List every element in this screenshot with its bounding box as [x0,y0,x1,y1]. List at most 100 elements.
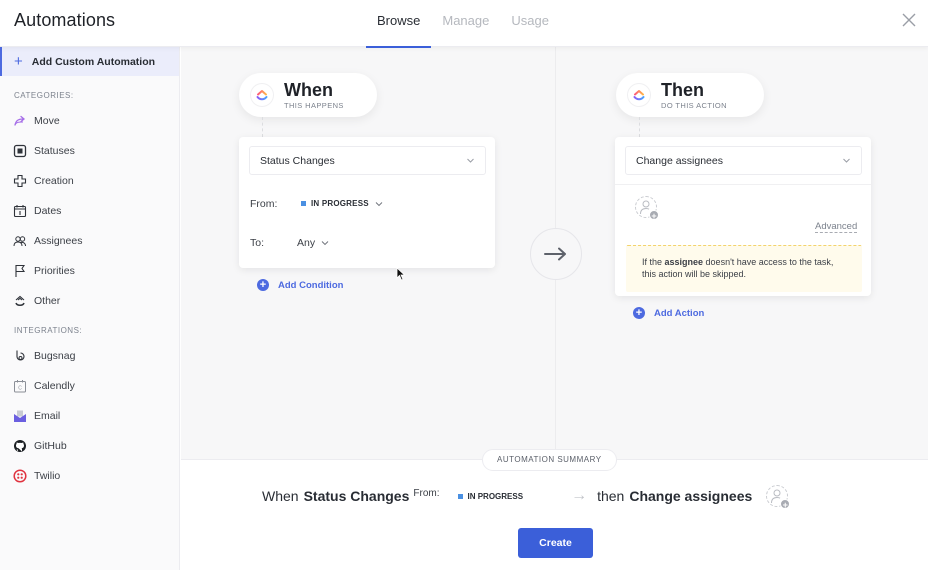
sidebar-item-email[interactable]: Email [0,401,179,431]
github-icon [13,439,27,453]
summary-action: Change assignees [629,488,753,504]
to-status-value: Any [297,237,316,249]
trigger-select[interactable]: Status Changes [249,146,486,175]
when-header: When THIS HAPPENS [239,73,377,117]
then-title: Then [661,79,704,100]
automation-summary-badge: AUTOMATION SUMMARY [482,449,617,471]
add-custom-automation-label: Add Custom Automation [31,55,156,68]
sidebar-item-move[interactable]: Move [0,106,179,136]
assignee-warning: If the assignee doesn't have access to t… [626,245,862,292]
from-status-value: IN PROGRESS [311,199,369,208]
summary-add-assignee[interactable]: + [766,485,791,510]
summary-then: then [597,488,625,504]
sidebar-item-statuses[interactable]: Statuses [0,136,179,166]
sidebar-item-other[interactable]: Other [0,286,179,316]
sidebar: + Add Custom Automation CATEGORIES: Move… [0,47,180,570]
other-icon [13,294,27,308]
sidebar-item-label: Assignees [34,235,83,247]
sidebar-item-label: Email [34,410,61,422]
email-icon [13,409,27,423]
sidebar-item-creation[interactable]: Creation [0,166,179,196]
tab-usage[interactable]: Usage [500,0,560,47]
automation-builder-canvas: When THIS HAPPENS Status Changes From: I… [181,47,928,459]
categories-heading: CATEGORIES: [14,91,74,100]
plus-circle-icon: + [633,307,645,319]
automation-summary: AUTOMATION SUMMARY When Status Changes F… [181,449,928,570]
sidebar-item-label: Dates [34,205,62,217]
sidebar-item-priorities[interactable]: Priorities [0,256,179,286]
svg-text:C: C [18,386,22,392]
close-button[interactable] [900,11,918,29]
warning-bold-term: assignee [664,257,704,267]
sidebar-item-label: GitHub [34,440,67,452]
summary-arrow-icon: → [571,487,588,504]
summary-from-label: From: [413,487,440,499]
action-select-value: Change assignees [636,154,723,167]
sidebar-item-twilio[interactable]: Twilio [0,461,179,491]
chevron-down-icon [321,241,329,246]
automations-modal: Automations Browse Manage Usage + Add Cu… [0,0,928,570]
sidebar-item-label: Twilio [34,470,61,482]
add-action-label: Add Action [654,307,705,319]
status-color-swatch [301,201,306,206]
summary-sentence: When Status Changes From: IN PROGRESS → … [262,485,791,510]
clickup-logo-icon [251,84,273,106]
sidebar-item-github[interactable]: GitHub [0,431,179,461]
plus-badge-icon: + [649,210,659,221]
sidebar-item-dates[interactable]: Dates [0,196,179,226]
chevron-down-icon [467,158,474,163]
add-custom-automation-button[interactable]: + Add Custom Automation [0,47,179,76]
sidebar-item-label: Bugsnag [34,350,76,362]
then-subtitle: DO THIS ACTION [661,100,727,110]
assignees-icon [13,234,27,248]
twilio-icon [13,469,27,483]
sidebar-item-bugsnag[interactable]: Bugsnag [0,341,179,371]
arrow-right-icon [544,247,566,261]
create-button[interactable]: Create [518,528,593,558]
tab-manage[interactable]: Manage [431,0,500,47]
when-title: When [284,79,333,100]
sidebar-item-assignees[interactable]: Assignees [0,226,179,256]
status-square-icon [13,144,27,158]
integrations-heading: INTEGRATIONS: [14,326,83,335]
card-divider [615,184,871,185]
then-header: Then DO THIS ACTION [616,73,764,117]
add-condition-button[interactable]: + Add Condition [257,279,343,291]
from-status-dropdown[interactable]: IN PROGRESS [301,199,383,208]
clickup-logo-icon [628,84,650,106]
action-card: Change assignees + Advanced If the assig… [615,137,871,296]
advanced-link[interactable]: Advanced [815,221,858,233]
summary-from-status: IN PROGRESS [457,492,523,501]
sidebar-item-label: Move [34,115,60,127]
flag-icon [13,264,27,278]
bugsnag-icon [13,349,27,363]
mouse-cursor-icon [396,267,406,281]
sidebar-item-label: Other [34,295,61,307]
trigger-card: Status Changes From: IN PROGRESS To: Any [239,137,495,268]
to-label: To: [250,237,265,249]
creation-plus-icon [13,174,27,188]
modal-title: Automations [14,10,116,30]
when-connector [262,117,263,137]
then-connector [639,117,640,137]
status-color-swatch [457,493,463,499]
chevron-down-icon [375,201,383,206]
trigger-select-value: Status Changes [260,154,335,167]
when-subtitle: THIS HAPPENS [284,100,344,110]
modal-header: Automations Browse Manage Usage [0,0,928,48]
action-select[interactable]: Change assignees [625,146,862,175]
sidebar-item-calendly[interactable]: C Calendly [0,371,179,401]
sidebar-item-label: Priorities [34,265,75,277]
add-assignee-button[interactable]: + [635,196,659,221]
tab-browse[interactable]: Browse [366,0,432,48]
close-icon [902,13,916,27]
to-status-dropdown[interactable]: Any [297,237,329,249]
plus-circle-icon: + [257,279,269,291]
add-action-button[interactable]: + Add Action [633,307,704,319]
plus-icon: + [14,53,23,70]
summary-when: When [262,488,299,504]
add-condition-label: Add Condition [278,279,344,291]
chevron-down-icon [842,156,850,163]
flow-arrow [530,228,582,280]
calendar-icon [13,204,27,218]
